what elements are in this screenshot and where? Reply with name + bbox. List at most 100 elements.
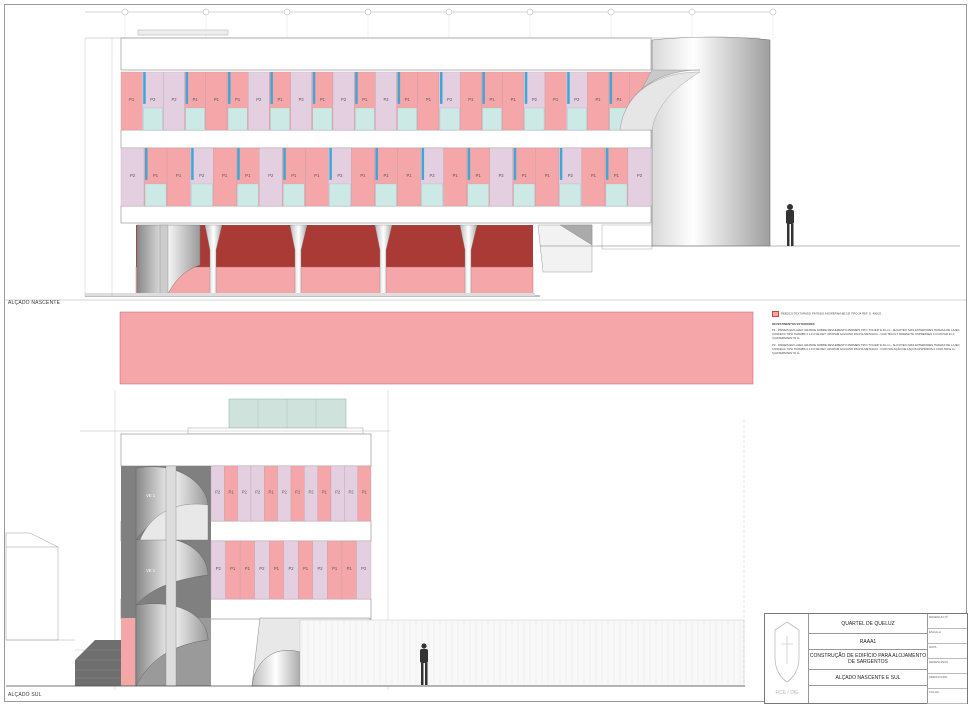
panel-label: P2 bbox=[568, 173, 574, 178]
tb-cell: ESCALA bbox=[927, 629, 967, 644]
window-frame bbox=[270, 72, 273, 104]
panel-label: P2 bbox=[199, 173, 205, 178]
window-glass bbox=[397, 107, 417, 131]
panel-label: P2 bbox=[256, 97, 262, 102]
window-glass bbox=[329, 183, 351, 207]
panel-label: P1 bbox=[591, 173, 597, 178]
panel-label: P1 bbox=[295, 490, 301, 495]
panel-label: P1 bbox=[489, 97, 495, 102]
window-frame bbox=[355, 72, 358, 104]
panel-label: P1 bbox=[522, 173, 528, 178]
panel-label: P2 bbox=[130, 173, 136, 178]
panel-label: P2 bbox=[282, 490, 288, 495]
window-frame bbox=[237, 148, 240, 180]
panel-label: P2 bbox=[215, 490, 221, 495]
floor-band bbox=[120, 205, 652, 224]
panel-label: P1 bbox=[230, 566, 236, 571]
panel-label: P1 bbox=[383, 173, 389, 178]
tb-cell: VERIFICADO bbox=[927, 674, 967, 689]
legend-p2: P2 - PAINEIS EM LAJEO GRANDE DOBRE REVLE… bbox=[772, 343, 960, 355]
window-glass bbox=[237, 183, 259, 207]
logo-text: RCE / DIE bbox=[775, 690, 799, 696]
panel-label: P2 bbox=[337, 173, 343, 178]
upper-panel-row: P2 P1 P2 P2 P1 P2 P1 P2 P1 P2 P2 P1 bbox=[210, 465, 372, 522]
panel-label: P1 bbox=[453, 173, 459, 178]
panel-label: P1 bbox=[347, 566, 353, 571]
rooftop-glass bbox=[228, 398, 347, 432]
panel-label: P2 bbox=[299, 97, 305, 102]
panel-label: P1 bbox=[406, 173, 412, 178]
panel-label: P1 bbox=[176, 173, 182, 178]
window-glass bbox=[439, 107, 460, 131]
panel-label: P2 bbox=[255, 490, 261, 495]
view-label-sul: ALÇADO SUL bbox=[8, 692, 42, 698]
cylinder-tower bbox=[651, 36, 771, 247]
tb-signatures bbox=[809, 686, 927, 703]
panel-label: P1 bbox=[545, 173, 551, 178]
panel-label: P1 bbox=[228, 490, 234, 495]
window-frame bbox=[283, 148, 286, 180]
window-glass bbox=[567, 107, 587, 131]
pink-base bbox=[135, 266, 534, 296]
panel-label: P1 bbox=[476, 173, 482, 178]
legend-colour-band bbox=[119, 311, 754, 385]
tb-description: CONSTRUÇÃO DE EDIFÍCIO PARA ALOJAMENTO D… bbox=[809, 650, 927, 670]
legend-heading: REVESTIMENTOS EXTERIORES bbox=[772, 322, 815, 326]
window-glass bbox=[270, 107, 290, 131]
panel-label: P1 bbox=[291, 173, 297, 178]
panel-label: P1 bbox=[129, 97, 135, 102]
title-block: RCE / DIE QUARTEL DE QUELUZ RAAA1 CONSTR… bbox=[764, 613, 968, 704]
panel-label: P2 bbox=[259, 566, 265, 571]
tb-project: QUARTEL DE QUELUZ bbox=[809, 614, 927, 634]
panel-label: P2 bbox=[288, 566, 294, 571]
panel-label: P2 bbox=[574, 97, 580, 102]
panel-label: P1 bbox=[362, 490, 368, 495]
panel-label: P1 bbox=[153, 173, 159, 178]
panel-label: P2 bbox=[361, 566, 367, 571]
view-label-nascente: ALÇADO NASCENTE bbox=[8, 300, 61, 306]
person-figure bbox=[786, 204, 794, 246]
lower-panel-row: P2 P1 P1 P2 P1 P1 P2 P1 P1 P2 P1 P1 P1 P2 P1 P1 P2 P1 P1 P2… bbox=[120, 147, 652, 207]
window-glass bbox=[375, 183, 397, 207]
panel-label: P1 bbox=[303, 566, 309, 571]
window-frame bbox=[559, 148, 563, 180]
panel-label: P2 bbox=[268, 173, 274, 178]
panel-label: P1 bbox=[277, 97, 283, 102]
window-frame bbox=[482, 72, 485, 104]
window-frame bbox=[397, 72, 401, 104]
panel-label: P1 bbox=[245, 173, 251, 178]
window-glass bbox=[312, 107, 333, 131]
window-glass bbox=[227, 107, 248, 131]
window-frame bbox=[513, 148, 517, 180]
tb-drawing-title: ALÇADO NASCENTE E SUL bbox=[809, 670, 927, 686]
alcado-nascente: P1 P2 P2 P1 P1 P1 P2 P1 P2 P1 P2 P1 P2 P1 P1 P2 P1 P1 P1 P2… bbox=[84, 8, 960, 297]
window-frame bbox=[421, 148, 425, 180]
panel-label: P1 bbox=[617, 97, 623, 102]
window-glass bbox=[421, 183, 443, 207]
panel-label: P1 bbox=[426, 97, 432, 102]
panel-label: P1 bbox=[468, 97, 474, 102]
panel-label: P1 bbox=[332, 566, 338, 571]
axis-marker bbox=[526, 8, 534, 16]
axis-marker bbox=[445, 8, 453, 16]
panel-label: P1 bbox=[214, 97, 220, 102]
window-glass bbox=[513, 183, 535, 207]
panel-label: P2 bbox=[150, 97, 156, 102]
panel-label: P1 bbox=[362, 97, 368, 102]
stair-label: VE 1 bbox=[146, 493, 156, 498]
window-glass bbox=[190, 183, 213, 207]
panel-label: P2 bbox=[242, 490, 248, 495]
axis-marker bbox=[688, 8, 696, 16]
panel-label: P1 bbox=[222, 173, 228, 178]
panel-label: P2 bbox=[171, 97, 177, 102]
panel-label: P1 bbox=[193, 97, 199, 102]
window-frame bbox=[143, 72, 146, 104]
window-frame bbox=[191, 148, 194, 180]
panel-label: P2 bbox=[318, 566, 324, 571]
panel-label: P2 bbox=[348, 490, 354, 495]
panel-label: P2 bbox=[341, 97, 347, 102]
window-frame bbox=[228, 72, 231, 104]
panel-label: P2 bbox=[383, 97, 389, 102]
panel-label: P1 bbox=[553, 97, 559, 102]
window-frame bbox=[567, 72, 570, 104]
